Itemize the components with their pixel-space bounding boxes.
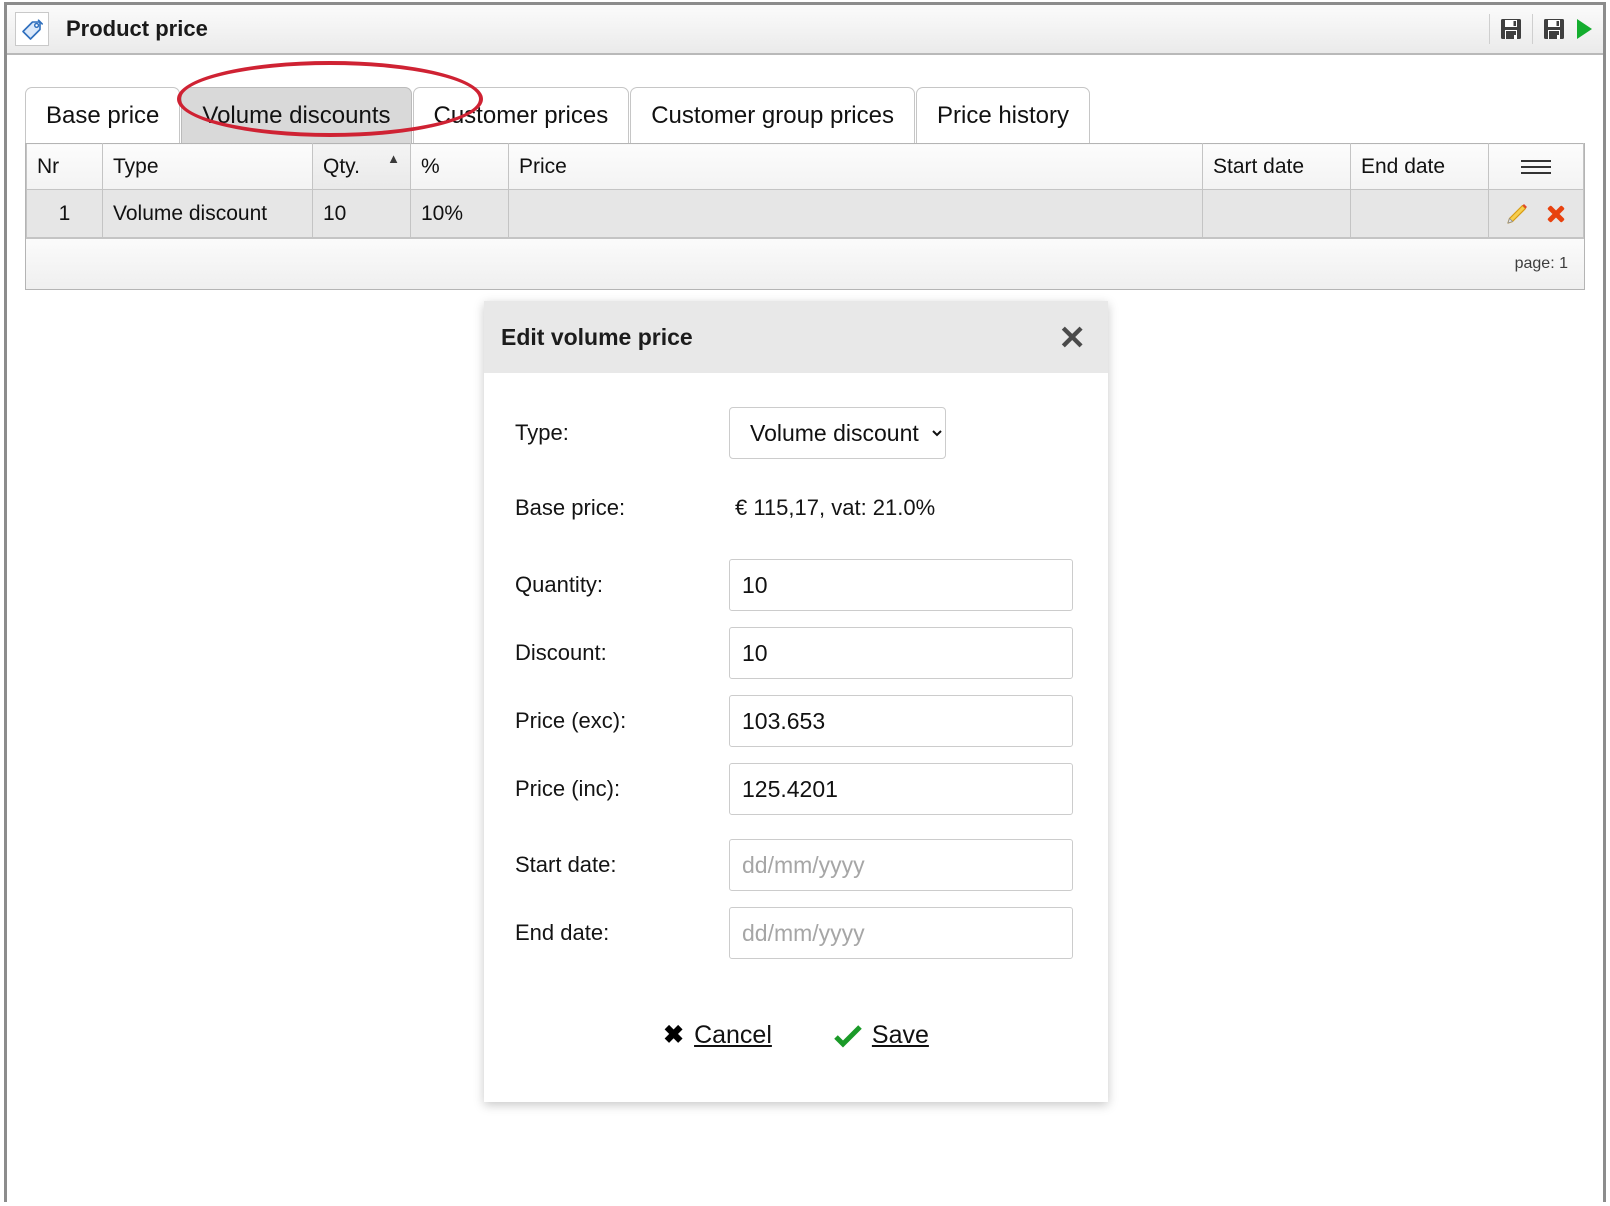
column-header-end-date[interactable]: End date xyxy=(1351,144,1489,190)
type-select[interactable]: Volume discount xyxy=(729,407,946,459)
column-label: Start date xyxy=(1213,155,1304,178)
sort-ascending-icon: ▲ xyxy=(387,152,400,165)
page-indicator: page: 1 xyxy=(1515,255,1568,273)
column-header-nr[interactable]: Nr xyxy=(27,144,103,190)
quantity-input[interactable] xyxy=(729,559,1073,611)
dialog-title: Edit volume price xyxy=(501,324,1058,351)
tab-label: Price history xyxy=(937,102,1069,130)
toolbar-separator xyxy=(1489,14,1490,44)
dialog-footer: ✖ Cancel Save xyxy=(484,995,1108,1102)
column-header-start-date[interactable]: Start date xyxy=(1203,144,1351,190)
column-label: Price xyxy=(519,155,567,178)
page-title: Product price xyxy=(66,16,208,42)
product-price-window: Product price xyxy=(4,2,1606,1202)
volume-discounts-grid: Nr Type Qty. ▲ % Price xyxy=(25,143,1585,290)
window-title-bar: Product price xyxy=(7,5,1603,55)
toolbar-separator xyxy=(1532,14,1533,44)
discount-label: Discount: xyxy=(515,640,729,666)
pencil-icon[interactable] xyxy=(1504,201,1530,227)
column-label: % xyxy=(421,155,440,178)
save-button[interactable]: Save xyxy=(834,1021,929,1050)
field-row-quantity: Quantity: xyxy=(484,559,1108,611)
column-header-price[interactable]: Price xyxy=(509,144,1203,190)
close-icon[interactable]: ✕ xyxy=(1058,321,1086,354)
dialog-header: Edit volume price ✕ xyxy=(484,301,1108,373)
tab-customer-group-prices[interactable]: Customer group prices xyxy=(630,87,915,143)
column-header-menu[interactable] xyxy=(1489,144,1584,190)
tab-label: Volume discounts xyxy=(202,102,390,130)
tab-label: Customer group prices xyxy=(651,102,894,130)
cell-price xyxy=(509,190,1203,238)
field-row-price-exc: Price (exc): xyxy=(484,695,1108,747)
save-and-close-icon[interactable] xyxy=(1539,14,1569,44)
price-tabs: Base price Volume discounts Customer pri… xyxy=(25,73,1603,143)
price-exc-label: Price (exc): xyxy=(515,708,729,734)
column-label: Qty. xyxy=(323,155,360,178)
cell-end-date xyxy=(1351,190,1489,238)
tab-base-price[interactable]: Base price xyxy=(25,87,180,143)
quantity-label: Quantity: xyxy=(515,572,729,598)
field-row-end-date: End date: xyxy=(484,907,1108,959)
cell-qty: 10 xyxy=(313,190,411,238)
column-label: Nr xyxy=(37,155,59,178)
column-label: Type xyxy=(113,155,159,178)
price-inc-input[interactable] xyxy=(729,763,1073,815)
titlebar-actions xyxy=(1483,5,1599,53)
delete-icon[interactable] xyxy=(1544,202,1568,226)
end-date-input[interactable] xyxy=(729,907,1073,959)
x-icon: ✖ xyxy=(663,1023,684,1048)
field-row-price-inc: Price (inc): xyxy=(484,763,1108,815)
start-date-label: Start date: xyxy=(515,852,729,878)
field-row-base-price: Base price: € 115,17, vat: 21.0% xyxy=(484,495,1108,521)
column-header-type[interactable]: Type xyxy=(103,144,313,190)
field-row-discount: Discount: xyxy=(484,627,1108,679)
tab-price-history[interactable]: Price history xyxy=(916,87,1090,143)
run-icon[interactable] xyxy=(1569,14,1599,44)
start-date-input[interactable] xyxy=(729,839,1073,891)
base-price-value: € 115,17, vat: 21.0% xyxy=(729,495,935,521)
column-header-qty[interactable]: Qty. ▲ xyxy=(313,144,411,190)
cancel-button[interactable]: ✖ Cancel xyxy=(663,1021,772,1050)
tab-label: Customer prices xyxy=(434,102,609,130)
edit-volume-price-dialog: Edit volume price ✕ Type: Volume discoun… xyxy=(484,301,1108,1102)
save-label: Save xyxy=(872,1021,929,1050)
cell-type: Volume discount xyxy=(103,190,313,238)
field-row-type: Type: Volume discount xyxy=(484,407,1108,459)
tab-volume-discounts[interactable]: Volume discounts xyxy=(181,87,411,143)
discount-input[interactable] xyxy=(729,627,1073,679)
tab-label: Base price xyxy=(46,102,159,130)
cell-percent: 10% xyxy=(411,190,509,238)
price-tag-icon xyxy=(15,12,49,46)
field-row-start-date: Start date: xyxy=(484,839,1108,891)
base-price-label: Base price: xyxy=(515,495,729,521)
price-exc-input[interactable] xyxy=(729,695,1073,747)
grid-footer: page: 1 xyxy=(26,238,1584,289)
cell-start-date xyxy=(1203,190,1351,238)
column-header-percent[interactable]: % xyxy=(411,144,509,190)
type-label: Type: xyxy=(515,420,729,446)
cell-nr: 1 xyxy=(27,190,103,238)
cell-actions xyxy=(1489,190,1584,238)
check-icon xyxy=(834,1024,862,1048)
cancel-label: Cancel xyxy=(694,1021,772,1050)
price-inc-label: Price (inc): xyxy=(515,776,729,802)
table-header-row: Nr Type Qty. ▲ % Price xyxy=(27,144,1584,190)
tab-customer-prices[interactable]: Customer prices xyxy=(413,87,630,143)
save-icon[interactable] xyxy=(1496,14,1526,44)
column-label: End date xyxy=(1361,155,1445,178)
end-date-label: End date: xyxy=(515,920,729,946)
table-row[interactable]: 1 Volume discount 10 10% xyxy=(27,190,1584,238)
dialog-body: Type: Volume discount Base price: € 115,… xyxy=(484,373,1108,995)
menu-icon[interactable] xyxy=(1499,160,1573,174)
